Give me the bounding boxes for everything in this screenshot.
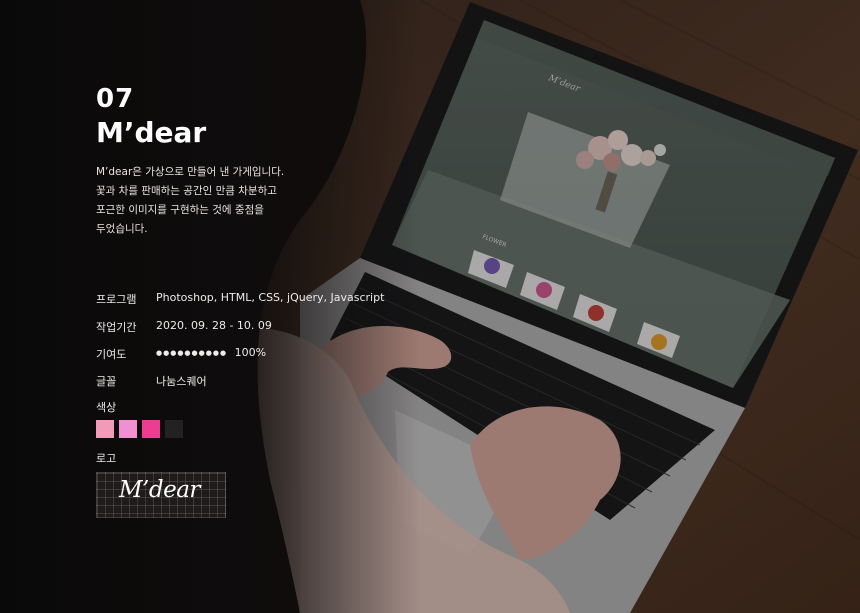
- font-value: 나눔스퀘어: [156, 375, 207, 388]
- logo-preview: M’dear: [96, 472, 226, 518]
- period-value: 2020. 09. 28 - 10. 09: [156, 319, 272, 332]
- color-swatch-1: [96, 420, 114, 438]
- period-label: 작업기간: [96, 321, 137, 334]
- contribution-meter: ●●●●●●●●●● 100%: [156, 346, 266, 359]
- logo-wordmark: M’dear: [119, 477, 200, 503]
- description-line: 포근한 이미지를 구현하는 것에 중점을: [96, 204, 264, 216]
- program-value: Photoshop, HTML, CSS, jQuery, Javascript: [156, 291, 385, 304]
- project-number: 07: [96, 84, 135, 114]
- font-label: 글꼴: [96, 375, 117, 388]
- contribution-label: 기여도: [96, 348, 127, 361]
- project-info-panel: 07 M’dear M’dear은 가상으로 만들어 낸 가게입니다. 꽃과 차…: [0, 0, 384, 613]
- color-swatch-2: [119, 420, 137, 438]
- color-swatches: [96, 420, 183, 438]
- description-line: 꽃과 차를 판매하는 공간인 만큼 차분하고: [96, 185, 277, 197]
- description-line: M’dear은 가상으로 만들어 낸 가게입니다.: [96, 166, 285, 178]
- description-line: 두었습니다.: [96, 223, 148, 235]
- contribution-value: 100%: [234, 346, 267, 359]
- project-title: M’dear: [96, 116, 207, 149]
- logo-label: 로고: [96, 452, 117, 465]
- color-swatch-3: [142, 420, 160, 438]
- project-description: M’dear은 가상으로 만들어 낸 가게입니다. 꽃과 차를 판매하는 공간인…: [96, 163, 326, 239]
- program-label: 프로그램: [96, 293, 137, 306]
- color-swatch-4: [165, 420, 183, 438]
- colors-label: 색상: [96, 401, 117, 414]
- contribution-dots: ●●●●●●●●●●: [156, 349, 228, 357]
